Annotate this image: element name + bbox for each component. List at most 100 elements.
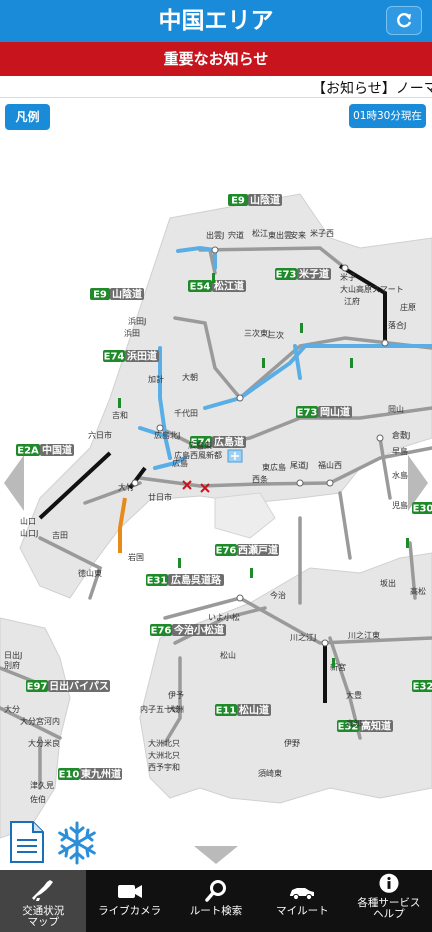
route-badge-e73-yonago: E73 米子道 xyxy=(275,268,331,281)
svg-text:広島道: 広島道 xyxy=(214,436,244,449)
bottom-tab-bar: 交通状況 マップ ライブカメラ ルート検索 マイルート 各種サービス ヘルプ xyxy=(0,870,432,932)
svg-text:尾道J: 尾道J xyxy=(290,460,308,470)
svg-text:松江: 松江 xyxy=(252,228,268,238)
map-canvas[interactable]: E9 山陰道 E54 松江道 E73 米子道 E9 山陰道 E74 浜田道 E73 岡山道 … xyxy=(0,98,432,870)
app-header: 中国エリア xyxy=(0,0,432,42)
svg-text:山口: 山口 xyxy=(20,516,36,526)
ticker-text: 【お知らせ】ノーマル xyxy=(312,81,432,97)
svg-text:坂出: 坂出 xyxy=(380,578,396,588)
refresh-button[interactable] xyxy=(386,6,422,35)
svg-text:庄原: 庄原 xyxy=(400,302,416,312)
svg-text:川之江東: 川之江東 xyxy=(348,630,380,640)
svg-text:松江道: 松江道 xyxy=(214,280,244,293)
svg-text:中国道: 中国道 xyxy=(42,444,72,457)
svg-text:E74: E74 xyxy=(104,352,125,363)
snowflake-icon[interactable] xyxy=(54,820,100,866)
tab-label: ルート検索 xyxy=(189,905,243,917)
tab-label: ライブカメラ xyxy=(98,905,162,917)
news-ticker[interactable]: 【お知らせ】ノーマル xyxy=(0,76,432,98)
route-badge-e11: E11 松山道 xyxy=(215,704,271,717)
svg-text:岡山: 岡山 xyxy=(388,404,404,414)
svg-text:宍道: 宍道 xyxy=(228,230,244,240)
route-badge-e74-hamada: E74 浜田道 xyxy=(103,350,159,363)
traffic-map[interactable]: E9 山陰道 E54 松江道 E73 米子道 E9 山陰道 E74 浜田道 E73 岡山道 … xyxy=(0,98,432,870)
tab-services-help[interactable]: 各種サービス ヘルプ xyxy=(346,870,432,932)
svg-text:三次: 三次 xyxy=(268,330,284,340)
svg-text:落合J: 落合J xyxy=(388,320,406,330)
svg-text:E54: E54 xyxy=(190,282,211,293)
svg-text:E73: E73 xyxy=(297,408,318,419)
document-icon[interactable] xyxy=(9,820,45,864)
svg-text:大洲北只: 大洲北只 xyxy=(148,750,180,760)
route-badge-e97: E97 日出バイパス xyxy=(26,680,110,693)
route-badge-e10: E10 東九州道 xyxy=(58,768,122,781)
svg-text:浜田道: 浜田道 xyxy=(127,350,157,363)
svg-text:廿日市: 廿日市 xyxy=(148,492,172,502)
info-icon xyxy=(379,873,399,893)
tab-route-search[interactable]: ルート検索 xyxy=(173,870,259,932)
route-badge-e76-imabari: E76 今治小松道 xyxy=(150,624,226,637)
svg-text:東出雲: 東出雲 xyxy=(268,230,292,240)
tab-label: 交通状況 マップ xyxy=(22,905,65,928)
legend-button[interactable]: 凡例 xyxy=(5,104,50,130)
route-badge-e32-edge: E32 xyxy=(412,680,432,693)
svg-text:広島西風新都: 広島西風新都 xyxy=(174,450,222,460)
svg-text:西予宇和: 西予宇和 xyxy=(148,762,180,772)
svg-text:E31: E31 xyxy=(147,576,168,587)
route-badge-e76-nishiseto: E76 西瀬戸道 xyxy=(215,544,279,557)
search-icon xyxy=(205,880,227,902)
svg-text:吉田: 吉田 xyxy=(52,531,68,540)
svg-text:E2A: E2A xyxy=(17,446,39,457)
svg-text:川之江J: 川之江J xyxy=(290,632,316,642)
svg-text:三次東J: 三次東J xyxy=(244,328,270,338)
svg-text:日出J: 日出J xyxy=(4,650,22,660)
svg-text:吉和: 吉和 xyxy=(112,411,128,420)
svg-text:伊野: 伊野 xyxy=(284,738,300,748)
svg-text:日出バイパス: 日出バイパス xyxy=(49,680,109,693)
update-time-badge: 01時30分現在 xyxy=(349,104,426,128)
svg-text:江府: 江府 xyxy=(344,296,360,306)
svg-text:米子道: 米子道 xyxy=(299,268,329,281)
svg-text:山陰道: 山陰道 xyxy=(112,288,142,301)
svg-text:浜田: 浜田 xyxy=(124,328,140,338)
svg-text:大分宮河内: 大分宮河内 xyxy=(20,716,60,726)
svg-text:E9: E9 xyxy=(93,290,107,301)
svg-text:いよ小松: いよ小松 xyxy=(208,612,240,622)
svg-text:E10: E10 xyxy=(59,770,80,781)
svg-text:津久見: 津久見 xyxy=(30,780,54,790)
svg-text:出雲J: 出雲J xyxy=(206,230,224,240)
svg-text:広島東: 広島東 xyxy=(188,440,212,450)
page-title: 中国エリア xyxy=(158,8,274,34)
svg-text:加計: 加計 xyxy=(148,374,164,384)
svg-text:米子西: 米子西 xyxy=(310,228,334,238)
svg-text:福山西: 福山西 xyxy=(318,460,342,470)
route-badge-e30: E30 xyxy=(412,502,432,515)
svg-text:米子: 米子 xyxy=(340,272,356,282)
tab-traffic-map[interactable]: 交通状況 マップ xyxy=(0,870,87,932)
svg-text:倉敷J: 倉敷J xyxy=(392,430,410,440)
svg-text:E76: E76 xyxy=(216,546,237,557)
land-chugoku xyxy=(19,193,432,599)
svg-text:須崎東: 須崎東 xyxy=(258,768,282,778)
route-badge-e54: E54 松江道 xyxy=(188,280,246,293)
svg-text:大分米良: 大分米良 xyxy=(28,738,60,748)
video-camera-icon xyxy=(117,885,142,898)
route-badge-e2a: E2A 中国道 xyxy=(16,444,74,457)
svg-text:大朝: 大朝 xyxy=(182,372,198,382)
svg-text:水島: 水島 xyxy=(392,470,408,480)
svg-text:E97: E97 xyxy=(27,682,48,693)
tab-my-route[interactable]: マイルート xyxy=(259,870,345,932)
svg-text:山陰道: 山陰道 xyxy=(250,194,280,207)
svg-text:児島: 児島 xyxy=(392,500,408,510)
svg-text:松山道: 松山道 xyxy=(239,704,269,717)
land-shikoku xyxy=(139,552,432,804)
route-badge-e73-okayama: E73 岡山道 xyxy=(296,406,352,419)
tab-live-camera[interactable]: ライブカメラ xyxy=(86,870,172,932)
svg-text:E11: E11 xyxy=(216,706,237,717)
route-badge-e9-sanin-2: E9 山陰道 xyxy=(90,288,144,301)
svg-text:大洲北只: 大洲北只 xyxy=(148,738,180,748)
svg-text:東広島: 東広島 xyxy=(262,462,286,472)
weather-station-icon[interactable] xyxy=(227,449,243,463)
important-notice-button[interactable]: 重要なお知らせ xyxy=(0,42,432,76)
route-badge-e31: E31 広島呉道路 xyxy=(146,574,224,587)
